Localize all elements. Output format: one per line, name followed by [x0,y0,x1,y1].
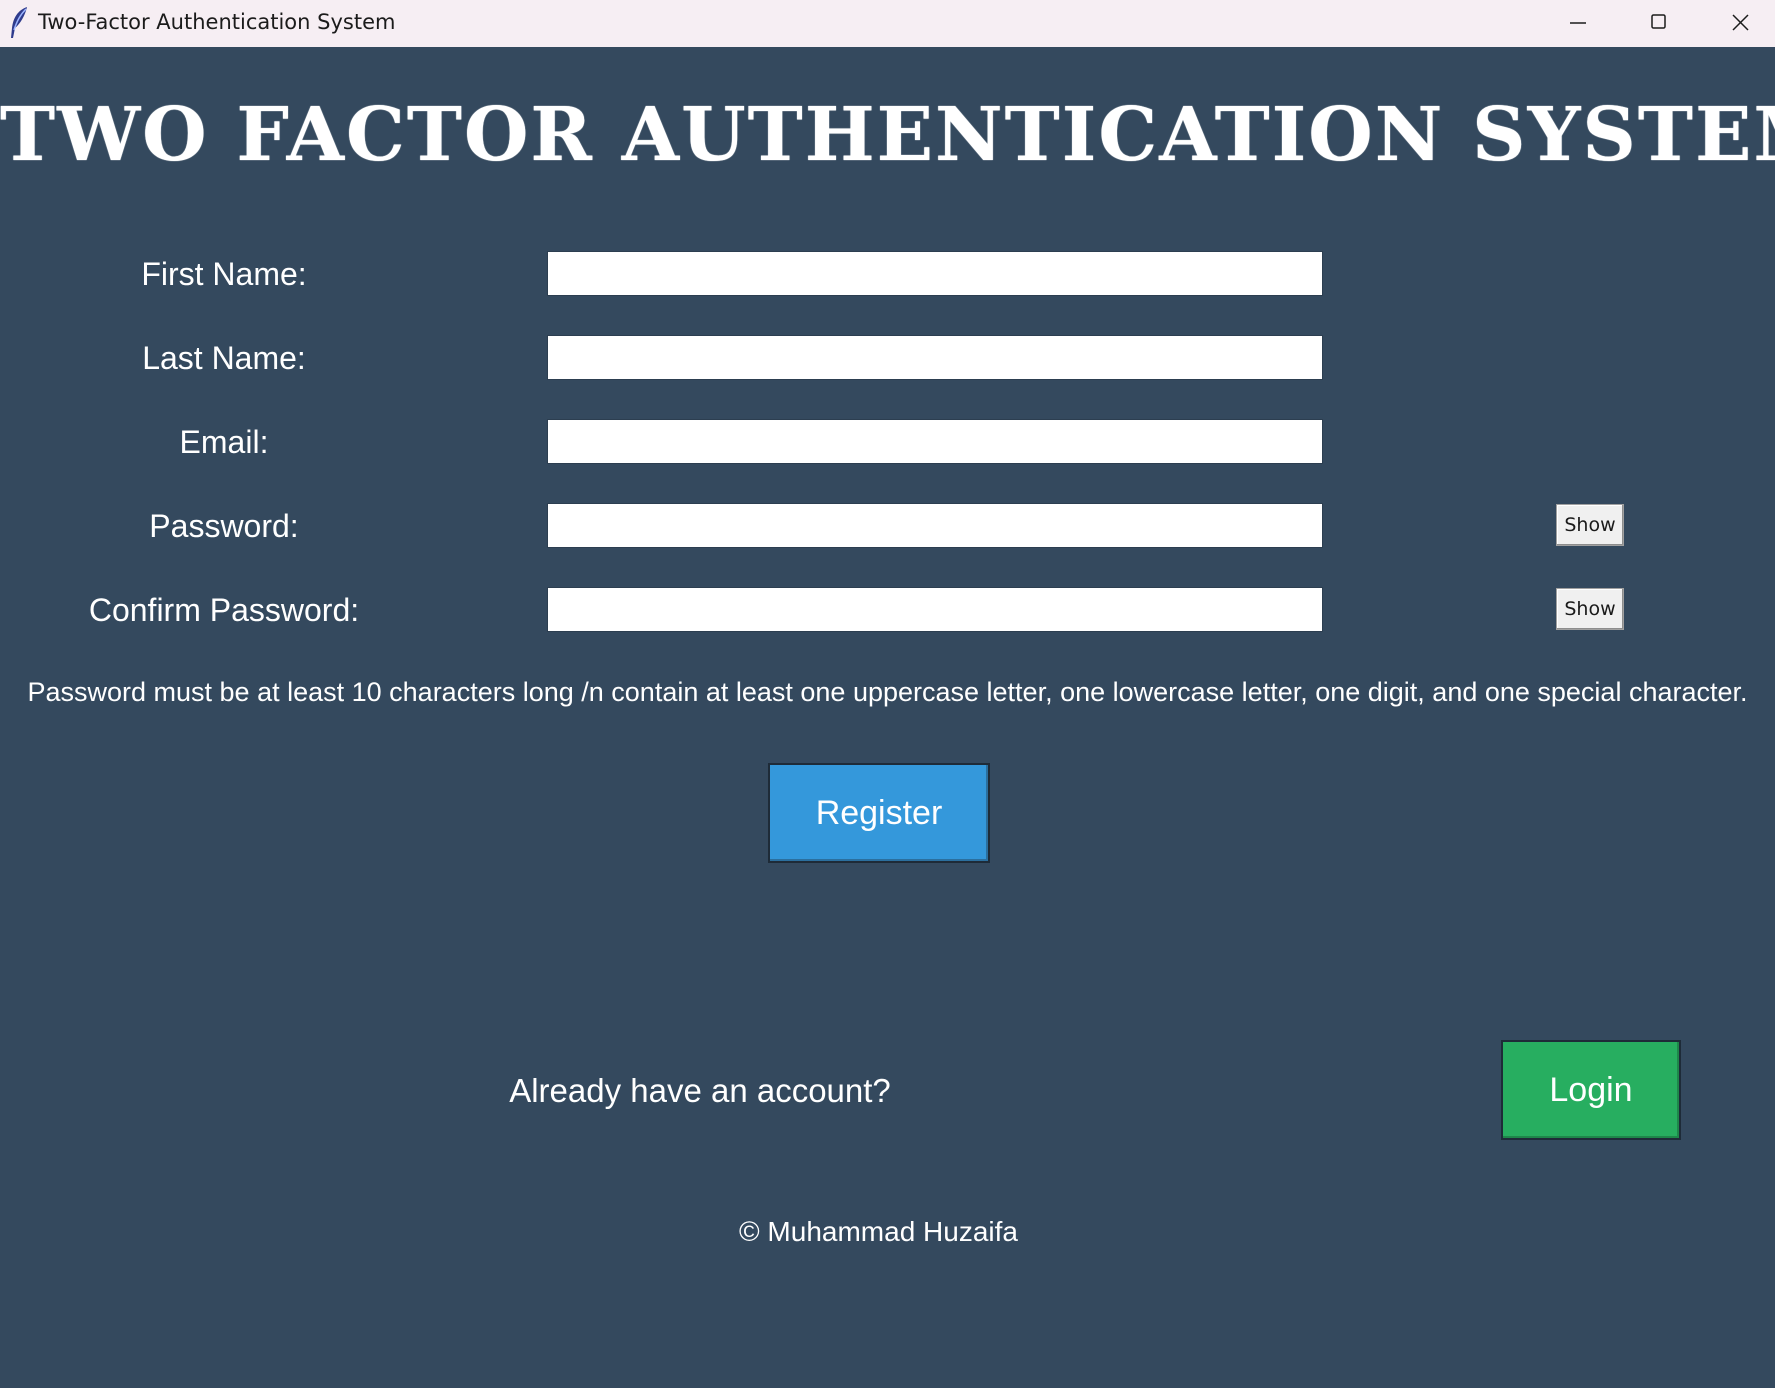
maximize-icon [1651,14,1666,29]
first-name-label: First Name: [141,256,307,292]
minimize-button[interactable] [1540,0,1620,47]
password-field[interactable] [547,503,1323,548]
window-titlebar: Two-Factor Authentication System [0,0,1775,47]
copyright-footer: © Muhammad Huzaifa [739,1216,1018,1247]
password-label: Password: [149,508,299,544]
maximize-button[interactable] [1620,0,1700,47]
window-title: Two-Factor Authentication System [38,10,396,34]
confirm-password-label: Confirm Password: [88,592,360,628]
account-prompt-text: Already have an account? [509,1072,891,1109]
show-password-button[interactable]: Show [1556,504,1624,546]
email-label: Email: [179,424,269,460]
email-field[interactable] [547,419,1323,464]
confirm-password-field[interactable] [547,587,1323,632]
first-name-field[interactable] [547,251,1323,296]
page-title: TWO FACTOR AUTHENTICATION SYSTEM [0,92,1775,178]
close-icon [1732,14,1749,31]
password-requirements-text: Password must be at least 10 characters … [27,677,1748,707]
last-name-field[interactable] [547,335,1323,380]
feather-icon [8,6,30,40]
minimize-icon [1570,22,1586,24]
show-confirm-password-button[interactable]: Show [1556,588,1624,630]
close-button[interactable] [1702,0,1775,47]
login-button[interactable]: Login [1501,1040,1681,1140]
last-name-label: Last Name: [142,340,306,376]
register-button[interactable]: Register [768,763,990,863]
